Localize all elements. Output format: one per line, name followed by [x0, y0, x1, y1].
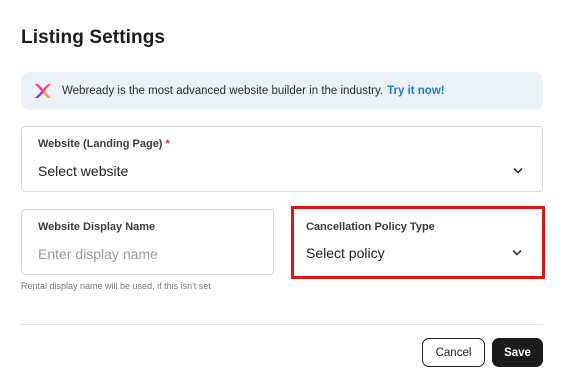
footer-divider: [21, 324, 543, 325]
page-title: Listing Settings: [21, 27, 166, 48]
website-label: Website (Landing Page) *: [38, 138, 170, 150]
display-name-helper: Rental display name will be used, if thi…: [21, 281, 211, 291]
cancel-button[interactable]: Cancel: [422, 338, 485, 367]
cancellation-policy-select[interactable]: Cancellation Policy Type Select policy: [295, 210, 541, 275]
banner-text: Webready is the most advanced website bu…: [62, 85, 384, 97]
webready-logo-icon: [33, 81, 53, 101]
save-button[interactable]: Save: [492, 338, 543, 367]
try-it-now-link[interactable]: Try it now!: [387, 85, 445, 97]
promo-banner: Webready is the most advanced website bu…: [21, 72, 543, 110]
website-select[interactable]: Website (Landing Page) * Select website: [21, 126, 543, 192]
display-name-input[interactable]: Enter display name: [38, 246, 158, 262]
display-name-field[interactable]: Website Display Name Enter display name: [21, 209, 274, 275]
policy-select-value: Select policy: [306, 245, 385, 261]
display-name-label: Website Display Name: [38, 221, 156, 233]
policy-label: Cancellation Policy Type: [306, 221, 435, 233]
chevron-down-icon: [513, 168, 523, 174]
website-select-value: Select website: [38, 163, 129, 179]
chevron-down-icon: [512, 250, 522, 256]
required-asterisk: *: [165, 138, 170, 150]
